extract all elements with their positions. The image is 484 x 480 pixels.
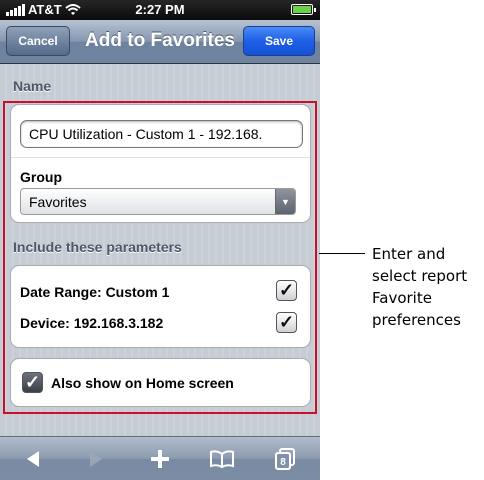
add-bookmark-button[interactable] — [140, 443, 180, 475]
device-checkbox[interactable]: ✓ — [276, 312, 297, 333]
group-selected-value: Favorites — [29, 194, 87, 210]
name-group-card: CPU Utilization - Custom 1 - 192.168. Gr… — [10, 104, 311, 223]
tabs-count: 8 — [280, 457, 286, 468]
date-range-checkbox[interactable]: ✓ — [276, 280, 297, 301]
status-bar: AT&T 2:27 PM — [0, 0, 320, 20]
date-range-label: Date Range: Custom 1 — [20, 284, 170, 300]
save-button[interactable]: Save — [243, 26, 315, 56]
pages-icon: 8 — [275, 448, 295, 470]
favorite-name-input[interactable]: CPU Utilization - Custom 1 - 192.168. — [20, 120, 303, 148]
navigation-bar: Cancel Add to Favorites Save — [0, 20, 320, 64]
back-button[interactable] — [13, 443, 53, 475]
forward-button[interactable] — [76, 443, 116, 475]
callout-line — [319, 253, 365, 254]
home-screen-checkbox[interactable]: ✓ — [22, 372, 43, 393]
form-content: Name CPU Utilization - Custom 1 - 192.16… — [0, 64, 320, 436]
tabs-button[interactable]: 8 — [265, 443, 305, 475]
device-label: Device: 192.168.3.182 — [20, 315, 164, 331]
group-select[interactable]: Favorites ▼ — [20, 188, 296, 215]
name-section-label: Name — [13, 78, 52, 94]
home-screen-label: Also show on Home screen — [51, 375, 234, 391]
iphone-screen: AT&T 2:27 PM Cancel Add to Favorites Sav… — [0, 0, 320, 480]
browser-toolbar: 8 — [0, 436, 320, 480]
card-divider — [11, 157, 310, 158]
parameters-section-label: Include these parameters — [13, 239, 182, 255]
bookmarks-button[interactable] — [202, 443, 242, 475]
home-screen-card: ✓ Also show on Home screen — [10, 358, 311, 407]
status-time: 2:27 PM — [135, 2, 185, 17]
dropdown-arrow-icon: ▼ — [275, 189, 295, 214]
battery-icon — [291, 4, 316, 15]
callout-text: Enter and select report Favorite prefere… — [372, 245, 468, 329]
group-label: Group — [20, 169, 62, 185]
back-arrow-icon — [27, 451, 39, 467]
book-icon — [210, 450, 234, 468]
parameters-card: Date Range: Custom 1 ✓ Device: 192.168.3… — [10, 265, 311, 348]
forward-arrow-icon — [90, 451, 102, 467]
plus-icon — [151, 450, 169, 468]
